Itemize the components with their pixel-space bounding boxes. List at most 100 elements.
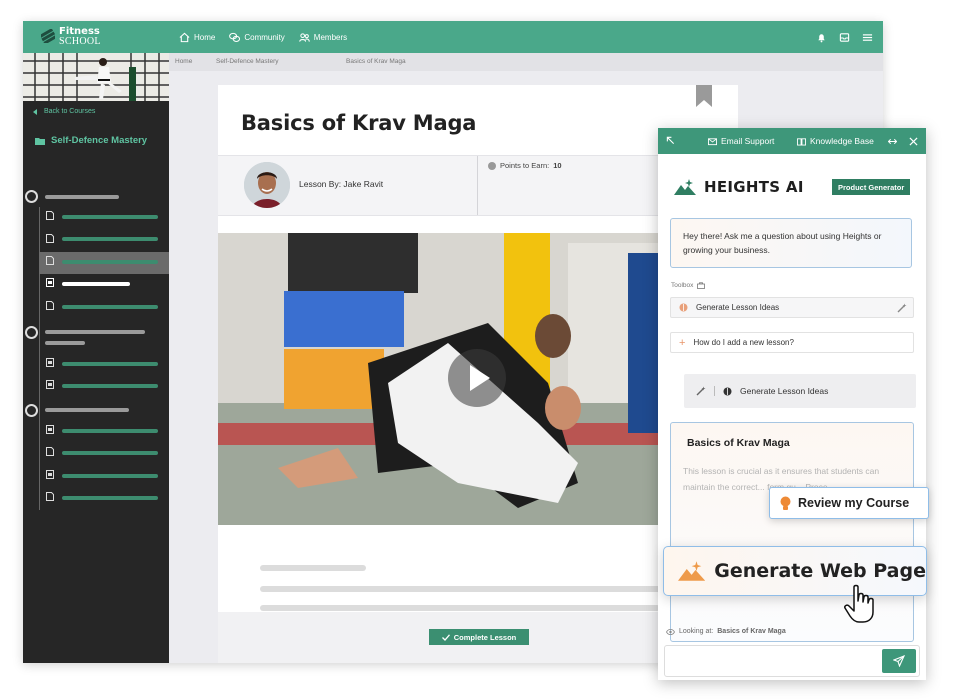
section-toggle[interactable] <box>25 404 38 417</box>
topbar-actions <box>816 21 873 53</box>
breadcrumb: Home Self-Defence Mastery Basics of Krav… <box>169 53 883 71</box>
document-icon <box>46 492 54 501</box>
document-icon <box>46 301 54 310</box>
logo-mark-icon <box>41 29 55 43</box>
knowledge-base-link[interactable]: Knowledge Base <box>797 136 874 146</box>
brain-icon <box>679 303 688 312</box>
meta-divider <box>477 156 478 215</box>
video-icon <box>46 380 54 389</box>
text-line-placeholder <box>260 605 660 611</box>
generate-lesson-ideas-button[interactable]: Generate Lesson Ideas <box>684 374 916 408</box>
ai-chat-input[interactable] <box>664 645 920 677</box>
lesson-item[interactable] <box>62 260 158 264</box>
breadcrumb-course[interactable]: Self-Defence Mastery <box>216 58 279 65</box>
lesson-item-active[interactable] <box>62 282 130 286</box>
nav-home[interactable]: Home <box>179 32 215 43</box>
lesson-item[interactable] <box>62 215 158 219</box>
lesson-item[interactable] <box>62 384 158 388</box>
hamburger-menu-icon[interactable] <box>862 32 873 43</box>
document-icon <box>46 234 54 243</box>
looking-at-label: Looking at: <box>679 628 714 635</box>
product-generator-badge[interactable]: Product Generator <box>832 179 911 195</box>
lesson-item[interactable] <box>62 305 158 309</box>
document-icon <box>46 256 54 265</box>
send-icon <box>893 655 905 667</box>
email-support-link[interactable]: Email Support <box>708 136 774 146</box>
review-my-course-button[interactable]: Review my Course <box>769 487 929 519</box>
breadcrumb-home[interactable]: Home <box>175 58 192 65</box>
close-icon[interactable] <box>909 137 918 146</box>
looking-at-value: Basics of Krav Maga <box>717 628 786 635</box>
looking-at-context: Looking at: Basics of Krav Maga <box>666 628 786 635</box>
section-title-placeholder <box>45 195 119 199</box>
play-icon <box>470 365 490 391</box>
heights-ai-brand: HEIGHTS AI <box>674 178 804 196</box>
section-title-placeholder <box>45 330 145 334</box>
course-sidebar: Back to Courses Self-Defence Mastery <box>23 53 169 663</box>
brand-name: HEIGHTS AI <box>704 178 804 196</box>
section-toggle[interactable] <box>25 326 38 339</box>
generate-web-page-label: Generate Web Page <box>714 560 926 582</box>
back-to-courses-link[interactable]: Back to Courses <box>33 108 95 115</box>
play-button[interactable] <box>448 349 506 407</box>
bell-icon[interactable] <box>816 32 827 43</box>
sidebar-course-title-label: Self-Defence Mastery <box>51 135 148 146</box>
plus-icon: + <box>679 336 686 349</box>
nav-members[interactable]: Members <box>299 32 347 43</box>
lesson-item[interactable] <box>62 237 158 241</box>
folder-icon <box>35 137 45 145</box>
envelope-icon <box>708 137 717 145</box>
users-icon <box>299 32 310 42</box>
inbox-icon[interactable] <box>839 32 850 43</box>
send-button[interactable] <box>882 649 916 673</box>
video-icon <box>46 425 54 434</box>
lesson-item[interactable] <box>62 496 158 500</box>
toolbox-item-generate-lesson-ideas[interactable]: Generate Lesson Ideas <box>670 297 914 318</box>
chat-bubbles-icon <box>229 32 241 42</box>
collapse-arrow-icon[interactable] <box>666 136 675 145</box>
sidebar-course-title[interactable]: Self-Defence Mastery <box>35 135 147 146</box>
video-icon <box>46 470 54 479</box>
generate-web-page-button[interactable]: Generate Web Page <box>663 546 927 596</box>
toolbox-item-add-lesson-question[interactable]: + How do I add a new lesson? <box>670 332 914 353</box>
generated-content-title: Basics of Krav Maga <box>687 437 790 449</box>
chevron-left-icon <box>33 108 37 115</box>
ai-greeting-message: Hey there! Ask me a question about using… <box>670 218 912 268</box>
points-label: Points to Earn: <box>500 161 550 170</box>
knowledge-base-label: Knowledge Base <box>810 136 874 146</box>
mountain-sparkle-icon <box>674 179 696 195</box>
back-to-courses-label: Back to Courses <box>44 108 96 115</box>
toolbox-label: Toolbox <box>671 282 694 289</box>
lesson-item[interactable] <box>62 362 158 366</box>
lesson-item[interactable] <box>62 429 158 433</box>
email-support-label: Email Support <box>721 136 775 146</box>
lesson-item[interactable] <box>62 474 158 478</box>
lesson-item[interactable] <box>62 451 158 455</box>
expand-horizontal-icon[interactable] <box>888 137 897 146</box>
main-nav: Home Community Members <box>179 21 347 53</box>
lesson-author: Lesson By: Jake Ravit <box>299 179 384 189</box>
course-thumbnail <box>23 53 169 101</box>
book-icon <box>797 137 806 146</box>
complete-lesson-button[interactable]: Complete Lesson <box>429 629 529 645</box>
magic-wand-icon[interactable] <box>897 303 907 313</box>
divider <box>714 386 715 396</box>
nav-community-label: Community <box>244 32 285 42</box>
bookmark-icon[interactable] <box>696 85 712 107</box>
nav-home-label: Home <box>194 32 216 42</box>
nav-community[interactable]: Community <box>229 32 285 43</box>
points-value: 10 <box>553 161 562 170</box>
toolbox-icon <box>697 282 706 289</box>
review-my-course-label: Review my Course <box>798 496 910 510</box>
checkmark-icon <box>441 633 450 641</box>
video-icon <box>46 358 54 367</box>
brain-icon <box>723 387 732 395</box>
toolbox-item-label: Generate Lesson Ideas <box>696 303 780 312</box>
document-icon <box>46 211 54 220</box>
section-toggle[interactable] <box>25 190 38 203</box>
home-icon <box>179 32 190 42</box>
breadcrumb-lesson: Basics of Krav Maga <box>346 58 406 65</box>
section-title-placeholder <box>45 408 129 412</box>
lesson-title: Basics of Krav Maga <box>241 111 477 135</box>
section-title-placeholder <box>45 341 85 345</box>
